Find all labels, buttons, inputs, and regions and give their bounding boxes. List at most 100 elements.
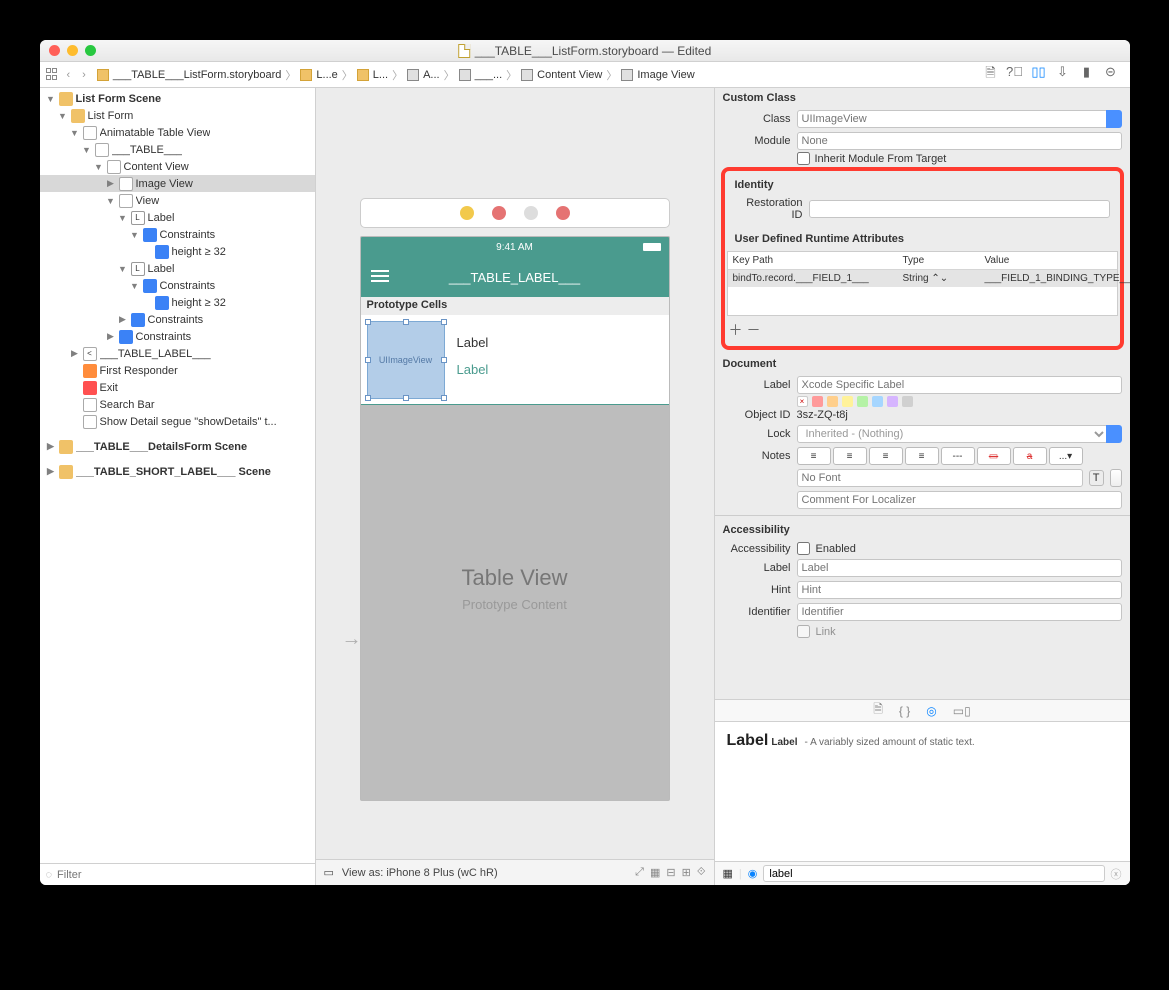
color-swatch[interactable] — [872, 396, 883, 407]
outline-row[interactable]: ▶<___TABLE_LABEL___ — [40, 345, 315, 362]
library-filter-input[interactable] — [763, 865, 1104, 882]
outline-row[interactable]: ▼Constraints — [40, 226, 315, 243]
udra-row-value[interactable]: ___FIELD_1_BINDING_TYPE___ — [980, 270, 1130, 287]
align-center-button[interactable]: ≡ — [833, 447, 867, 465]
related-items-icon[interactable] — [46, 68, 59, 81]
udra-col-keypath[interactable]: Key Path — [728, 252, 898, 269]
image-view-selected[interactable]: UIImageView — [367, 321, 445, 399]
disclosure-icon[interactable]: ▶ — [106, 331, 116, 342]
remove-attribute-button[interactable]: － — [745, 320, 763, 340]
resolve-icon[interactable]: ⟐ — [697, 866, 706, 879]
udra-table[interactable]: Key Path Type Value bindTo.record.___FIE… — [727, 251, 1118, 316]
view-as-label[interactable]: View as: iPhone 8 Plus (wC hR) — [342, 867, 498, 879]
udra-col-value[interactable]: Value — [980, 252, 1117, 269]
acc-link-checkbox[interactable] — [797, 625, 810, 638]
object-library-icon[interactable]: ◎ — [926, 704, 936, 718]
font-picker-icon[interactable]: T — [1089, 470, 1104, 486]
color-swatch[interactable] — [827, 396, 838, 407]
bc-1[interactable]: L...e — [316, 69, 337, 81]
lock-select[interactable]: Inherited - (Nothing) — [797, 425, 1108, 443]
localizer-comment-field[interactable] — [797, 491, 1122, 509]
size-inspector-icon[interactable]: ▮ — [1078, 64, 1096, 86]
bc-4[interactable]: ___... — [475, 69, 503, 81]
more-button[interactable]: ...▾ — [1049, 447, 1083, 465]
identity-inspector-icon[interactable]: ▯▯ — [1030, 64, 1048, 86]
module-field[interactable] — [797, 132, 1122, 150]
connections-inspector-icon[interactable]: ⊝ — [1102, 64, 1120, 86]
disclosure-icon[interactable]: ▶ — [118, 314, 128, 325]
udra-row-type[interactable]: String — [903, 273, 929, 284]
outline-row[interactable]: ▶Image View — [40, 175, 315, 192]
outline-row[interactable]: ▶Constraints — [40, 328, 315, 345]
back-button[interactable]: ‹ — [63, 69, 75, 81]
grid-view-icon[interactable]: ▦ — [723, 867, 733, 880]
scene-toolbar[interactable] — [360, 198, 670, 228]
resize-handle[interactable] — [403, 319, 409, 325]
disclosure-icon[interactable]: ▼ — [130, 281, 140, 291]
bc-5[interactable]: Content View — [537, 69, 602, 81]
cell-label-1[interactable]: Label — [457, 335, 489, 362]
bc-3[interactable]: A... — [423, 69, 440, 81]
breadcrumb[interactable]: ___TABLE___ListForm.storyboard 〉 L...e 〉… — [94, 67, 698, 83]
outline-row[interactable]: ▶___TABLE_SHORT_LABEL___ Scene — [40, 463, 315, 480]
resize-handle[interactable] — [365, 395, 371, 401]
disclosure-icon[interactable]: ▼ — [118, 264, 128, 274]
forward-button[interactable]: › — [78, 69, 90, 81]
disclosure-icon[interactable]: ▶ — [46, 466, 56, 477]
outline-row[interactable]: ▼Content View — [40, 158, 315, 175]
color-swatch[interactable] — [842, 396, 853, 407]
acc-enabled-checkbox[interactable] — [797, 542, 810, 555]
strike-button[interactable]: ▭ — [977, 447, 1011, 465]
font-stepper[interactable] — [1110, 469, 1122, 487]
file-inspector-icon[interactable]: 🗎 — [982, 64, 1000, 86]
strike-a-button[interactable]: a — [1013, 447, 1047, 465]
toggle-outline-icon[interactable]: ▭ — [324, 866, 334, 879]
color-swatch[interactable] — [812, 396, 823, 407]
bc-0[interactable]: ___TABLE___ListForm.storyboard — [113, 69, 282, 81]
resize-handle[interactable] — [441, 357, 447, 363]
filter-input[interactable] — [57, 869, 308, 881]
disclosure-icon[interactable]: ▼ — [94, 162, 104, 172]
outline-row[interactable]: ▼___TABLE___ — [40, 141, 315, 158]
zoom-icon[interactable] — [85, 45, 96, 56]
clear-filter-icon[interactable]: ⓧ — [1111, 866, 1122, 882]
bc-6[interactable]: Image View — [637, 69, 694, 81]
resize-handle[interactable] — [365, 319, 371, 325]
media-library-icon[interactable]: ▭▯ — [953, 704, 971, 718]
outline-row[interactable]: ▼Constraints — [40, 277, 315, 294]
embed-icon[interactable]: ▦ — [650, 866, 660, 879]
help-inspector-icon[interactable]: ?⃝ — [1006, 64, 1024, 86]
acc-id-field[interactable] — [797, 603, 1122, 621]
color-swatch[interactable] — [857, 396, 868, 407]
outline-row[interactable]: Show Detail segue "showDetails" t... — [40, 413, 315, 430]
align-icon[interactable]: ⊟ — [666, 866, 675, 879]
outline-row[interactable]: ▼List Form Scene — [40, 90, 315, 107]
outline-row[interactable]: Exit — [40, 379, 315, 396]
outline-row[interactable]: ▶___TABLE___DetailsForm Scene — [40, 438, 315, 455]
align-justify-button[interactable]: ≡ — [905, 447, 939, 465]
dash-button[interactable]: --- — [941, 447, 975, 465]
acc-label-field[interactable] — [797, 559, 1122, 577]
disclosure-icon[interactable]: ▼ — [46, 94, 56, 104]
class-field[interactable] — [797, 110, 1108, 128]
close-icon[interactable] — [49, 45, 60, 56]
bc-2[interactable]: L... — [373, 69, 388, 81]
font-field[interactable] — [797, 469, 1083, 487]
disclosure-icon[interactable]: ▼ — [70, 128, 80, 138]
doc-label-field[interactable] — [797, 376, 1122, 394]
resize-handle[interactable] — [403, 395, 409, 401]
restoration-id-field[interactable] — [809, 200, 1110, 218]
outline-row[interactable]: ▼List Form — [40, 107, 315, 124]
file-template-icon[interactable]: 🗎 — [873, 700, 883, 721]
library-item-title[interactable]: Label — [727, 732, 769, 749]
zoom-icon[interactable]: ⤢ — [635, 866, 644, 879]
outline-row[interactable]: ▼LLabel — [40, 260, 315, 277]
outline-row[interactable]: height ≥ 32 — [40, 243, 315, 260]
outline-row[interactable]: ▼LLabel — [40, 209, 315, 226]
outline-row[interactable]: ▼View — [40, 192, 315, 209]
select-arrow-icon[interactable] — [1106, 425, 1122, 443]
pin-icon[interactable]: ⊞ — [682, 866, 691, 879]
initial-view-arrow-icon[interactable]: → — [342, 628, 362, 651]
disclosure-icon[interactable]: ▶ — [106, 178, 116, 189]
color-swatch[interactable] — [887, 396, 898, 407]
